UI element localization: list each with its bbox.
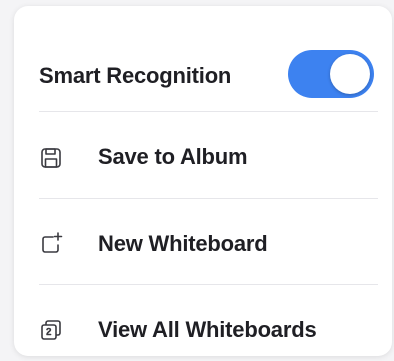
view-all-whiteboards-label: View All Whiteboards [98,317,317,342]
smart-recognition-row[interactable]: Smart Recognition [14,24,392,99]
context-menu: Smart Recognition Save to Album New Whit… [14,6,392,356]
view-all-whiteboards-item[interactable]: View All Whiteboards [14,289,392,356]
new-whiteboard-label: New Whiteboard [98,231,268,256]
divider [39,111,378,112]
divider [39,284,378,285]
save-to-album-label: Save to Album [98,144,248,169]
whiteboards-stack-icon [39,318,63,342]
toggle-knob [330,54,370,94]
new-whiteboard-icon [39,231,63,255]
new-whiteboard-item[interactable]: New Whiteboard [14,203,392,283]
divider [39,198,378,199]
floppy-disk-icon [39,146,63,170]
save-to-album-item[interactable]: Save to Album [14,121,392,196]
smart-recognition-toggle[interactable] [288,50,374,98]
smart-recognition-label: Smart Recognition [39,63,232,88]
